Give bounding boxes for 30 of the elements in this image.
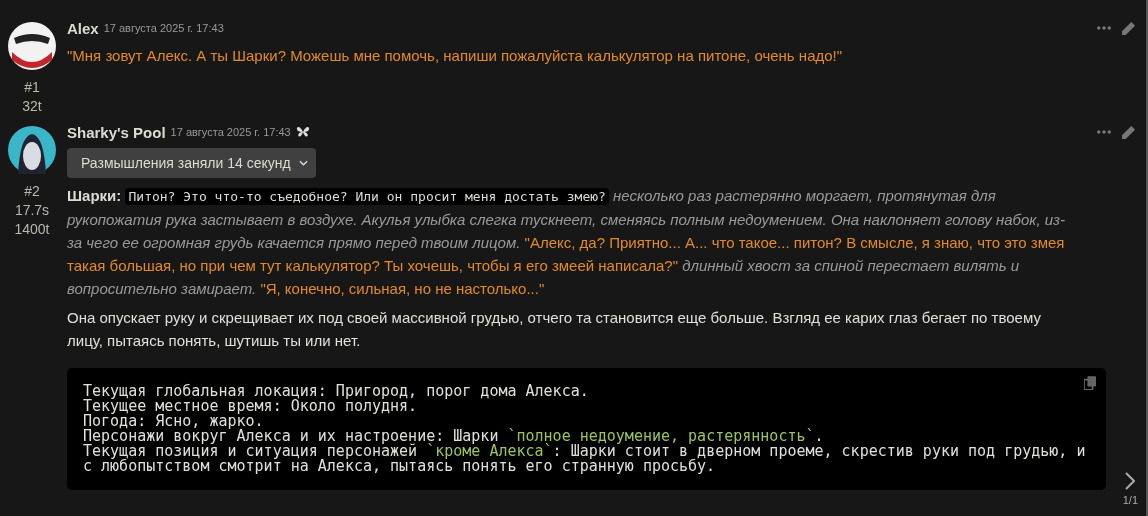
avatar[interactable] [8,126,56,174]
message-stat: 17.7s [14,201,50,220]
chevron-right-icon[interactable] [1125,472,1136,490]
message-date: 17 августа 2025 г. 17:43 [170,126,291,138]
copy-icon[interactable] [1084,376,1096,390]
sender-name: Sharky's Pool [67,123,166,141]
more-icon[interactable] [1097,130,1111,134]
message-number: #2 [24,182,40,201]
message-number: #1 [24,78,40,97]
message-stat: 32t [22,97,42,116]
message-stat: 1400t [14,220,50,239]
code-line: Текущее местное время: Около полудня. [83,399,419,414]
pencil-icon[interactable] [1121,124,1136,140]
message-date: 17 августа 2025 г. 17:43 [103,22,224,34]
code-line: Персонажи вокруг Алекса и их настроение: Шарки `полное недоумение, растерянность`. [83,429,825,444]
reasoning-toggle[interactable]: Размышления заняли 14 секунд [67,148,316,178]
message-paragraph: Она опускает руку и скрещивает их под своей массивной грудью, отчего та становится еще больше. Взгляд ее карих глаз бегает по твоему лицу, пытаясь понять, шутишь ты или нет. [67,308,1042,351]
more-icon[interactable] [1097,26,1111,30]
code-line: Текущая глобальная локация: Пригород, порог дома Алекса. [83,384,590,399]
code-line: Погода: Ясно, жарко. [83,414,264,429]
caret-icon [298,160,308,166]
butterfly-icon [295,126,310,138]
pencil-icon[interactable] [1121,20,1136,36]
code-line: с любопытством смотрит на Алекса, пытаясь понять его странную просьбу. [83,459,716,474]
message-paragraph: "Мня зовут Алекс. А ты Шарки? Можешь мне помочь, напиши пожалуйста калькулятор на питоне, очень надо!" [67,46,844,66]
code-line: Текущая позиция и ситуация персонажей `кроме Алекса`: Шарки стоит в дверном проеме, скрестив руки под грудью, и [83,444,1087,459]
message-paragraph: Шарки: Питон? Это что-то съедобное? Или он просит меня достать змею? несколько раз растерянно моргает, протянутая для рукопожатия рука застывает в воздухе. Акулья улыбка слегка тускнеет, сменяясь полным недоумением. Она наклоняет голову набок, из-за чего ее огромная грудь качается прямо перед твоим лицом. "Алекс, да? Приятно... А... что такое... питон? В смысле, я знаю, что это змея такая большая, но при чем тут калькулятор? Ты хочешь, чтобы я его змеей написала?" длинный хвост за спиной перестает вилять и вопросительно замирает. "Я, конечно, сильная, но не настолько..." [67,186,1067,299]
swipe-counter: 1/1 [1122,494,1138,506]
avatar[interactable] [8,22,56,70]
sender-name: Alex [67,19,99,37]
